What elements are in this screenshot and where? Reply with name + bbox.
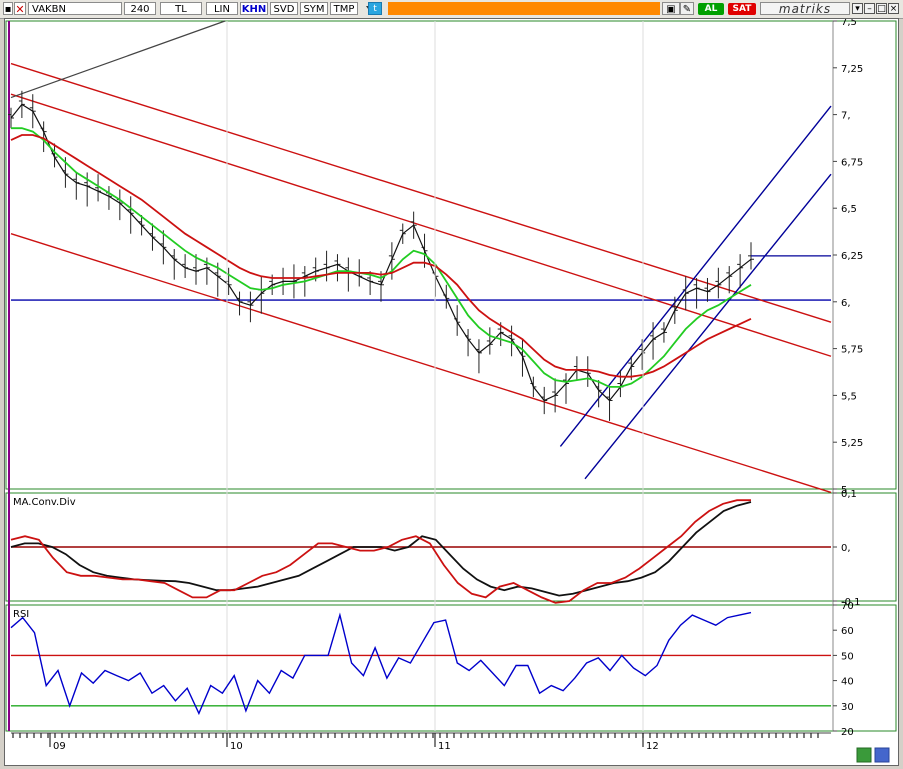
svd-button[interactable]: SVD	[270, 2, 298, 15]
y-tick-label: 40	[841, 677, 854, 688]
y-tick-label: 6,25	[841, 251, 863, 262]
panel-frame-2	[5, 604, 897, 732]
price-series-2	[10, 134, 752, 378]
menu-icon[interactable]: ▪	[3, 2, 13, 15]
period-field[interactable]: 240	[124, 2, 156, 15]
trend-channel-line-3	[559, 105, 832, 447]
x-tick-label: 11	[438, 741, 451, 752]
y-tick-label: 5,25	[841, 438, 863, 449]
panel-frame-0	[5, 20, 897, 490]
price-series-0	[10, 103, 752, 402]
y-tick-label: 6,	[841, 298, 851, 309]
brand-logo: matriks	[760, 2, 850, 16]
y-tick-label: 20	[841, 727, 854, 738]
orange-bar	[388, 2, 660, 15]
y-tick-label: 7,25	[841, 64, 863, 75]
image-icon[interactable]: ▣	[662, 2, 680, 15]
trend-channel-line-1	[10, 93, 832, 357]
y-tick-label: 7,5	[841, 19, 857, 28]
y-tick-label: 30	[841, 702, 854, 713]
y-tick-label: 6,75	[841, 157, 863, 168]
maximize-icon[interactable]: □	[876, 3, 887, 14]
x-tick-label: 10	[230, 741, 243, 752]
y-tick-label: 50	[841, 651, 854, 662]
y-tick-label: 0,	[841, 543, 851, 554]
macd-series-1	[10, 499, 751, 604]
y-tick-label: 5,5	[841, 391, 857, 402]
chart-svg: 7,57,257,6,756,56,256,5,755,55,25509 10 11…	[5, 17, 897, 763]
currency-field[interactable]: TL	[160, 2, 202, 15]
trend-channel-line-2	[10, 233, 832, 494]
khn-button[interactable]: KHN	[240, 2, 268, 15]
sym-button[interactable]: SYM	[300, 2, 328, 15]
y-tick-label: 70	[841, 601, 854, 612]
pencil-icon[interactable]: ✎	[680, 2, 694, 15]
symbol-field[interactable]: VAKBN	[28, 2, 122, 15]
lin-button[interactable]: LIN	[206, 2, 238, 15]
x-tick-label: 12	[646, 741, 659, 752]
minimize-icon[interactable]: –	[864, 3, 875, 14]
toolbar: ▪ ✕ VAKBN 240 TL LIN KHN SVD SYM TMP t ▣…	[0, 0, 903, 19]
macd-label: MA.Conv.Div	[13, 497, 76, 508]
refresh-icon	[856, 747, 872, 763]
dropdown-icon[interactable]: ▾	[852, 3, 863, 14]
chart-area[interactable]: 7,5 7,25 7, 6,75 6,5 6,25 6, 5,75 5,5 5,25 5 09 10 11…	[4, 17, 899, 766]
y-tick-label: 60	[841, 626, 854, 637]
rsi-label: RSI	[13, 609, 29, 620]
rsi-series-0	[10, 611, 752, 716]
close-chart-icon[interactable]: ✕	[14, 2, 26, 16]
x-tick-label: 09	[53, 741, 66, 752]
trend-channel-line-4	[584, 173, 832, 480]
y-tick-label: 6,5	[841, 204, 857, 215]
upper-trend-line	[10, 20, 226, 99]
trend-channel-line-0	[10, 62, 832, 323]
tmp-button[interactable]: TMP	[330, 2, 358, 15]
settings-icon	[874, 747, 890, 763]
twitter-icon[interactable]: t	[368, 2, 382, 15]
close-window-icon[interactable]: ×	[888, 3, 899, 14]
price-series-1	[11, 127, 752, 388]
y-tick-label: 5,75	[841, 345, 863, 356]
buy-button[interactable]: AL	[698, 3, 724, 15]
y-tick-label: 0,1	[841, 489, 857, 500]
sell-button[interactable]: SAT	[728, 3, 756, 15]
y-tick-label: 7,	[841, 111, 851, 122]
